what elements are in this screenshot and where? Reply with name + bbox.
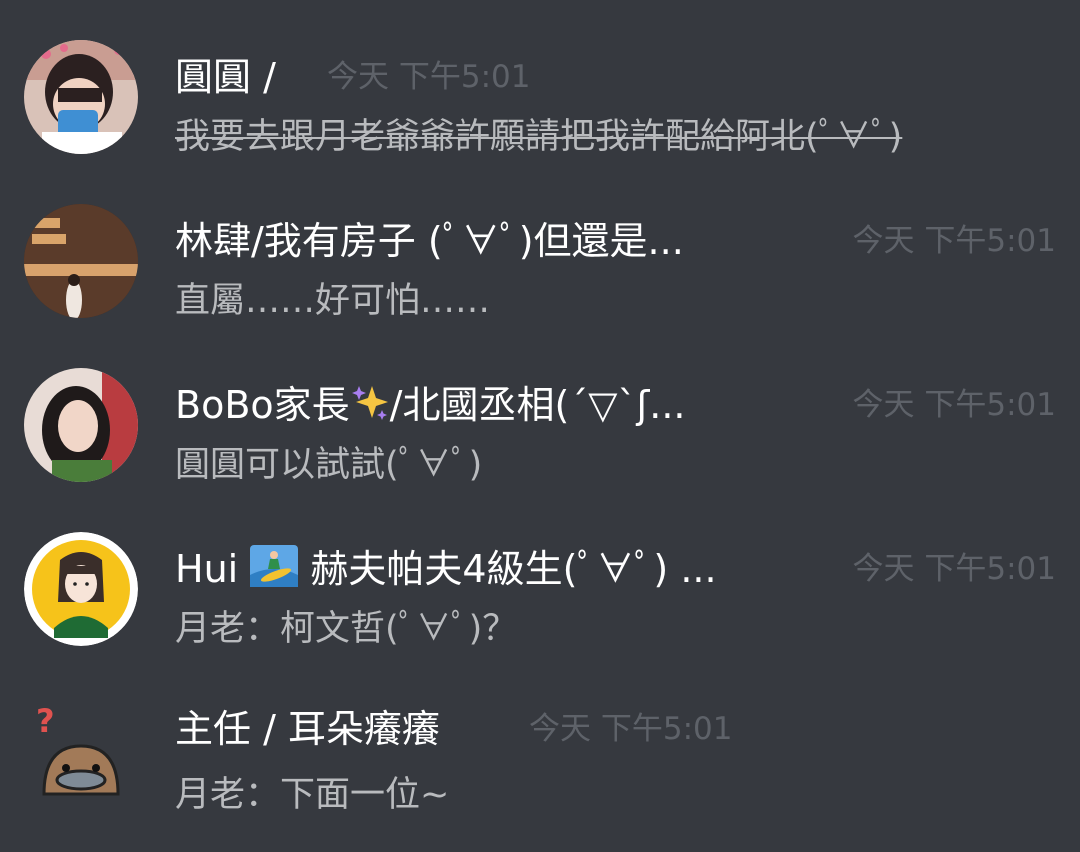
avatar-cartoon-girl (24, 532, 138, 646)
message-text: 直屬……好可怕…… (175, 281, 491, 321)
author-name[interactable]: 主任 / 耳朵癢癢 (175, 704, 440, 754)
timestamp: 今天 下午5:01 (852, 387, 1056, 423)
message-item[interactable]: 林肆/我有房子 (ﾟ∀ﾟ)但還是... 今天 下午5:01 直屬……好可怕…… (0, 204, 1080, 354)
author-name-suffix: /北國丞相(´▽`ʃ... (389, 383, 686, 427)
avatar-photo-terminator (24, 204, 138, 318)
timestamp: 今天 下午5:01 (529, 711, 733, 747)
avatar[interactable] (24, 532, 138, 646)
message-text: 圓圓可以試試(ﾟ∀ﾟ) (175, 445, 483, 485)
avatar[interactable] (24, 204, 138, 318)
message-item[interactable]: ? 主任 / 耳朵癢癢 今天 下午5:01 月老：下面一位~ (0, 696, 1080, 846)
timestamp: 今天 下午5:01 (327, 59, 531, 95)
message-item[interactable]: Hui 赫夫帕夫4級生(ﾟ∀ﾟ) ... 今天 下午5:01 月老：柯文哲(ﾟ∀… (0, 532, 1080, 682)
avatar[interactable]: ? (24, 696, 138, 810)
message-header: 林肆/我有房子 (ﾟ∀ﾟ)但還是... 今天 下午5:01 (175, 216, 1056, 266)
message-header: 主任 / 耳朵癢癢 今天 下午5:01 (175, 704, 1056, 754)
message-header: 圓圓 / 今天 下午5:01 (175, 52, 1056, 102)
author-name-prefix: Hui (175, 547, 239, 591)
timestamp: 今天 下午5:01 (852, 223, 1056, 259)
chat-message-list: 圓圓 / 今天 下午5:01 我要去跟月老爺爺許願請把我許配給阿北(ﾟ∀ﾟ) 林… (0, 0, 1080, 852)
author-name[interactable]: 圓圓 / (175, 52, 276, 102)
sparkles-icon (350, 382, 390, 434)
message-text: 月老：柯文哲(ﾟ∀ﾟ)？ (175, 609, 518, 649)
timestamp: 今天 下午5:01 (852, 551, 1056, 587)
message-text: 我要去跟月老爺爺許願請把我許配給阿北(ﾟ∀ﾟ) (175, 117, 903, 157)
avatar-photo-girl (24, 40, 138, 154)
message-text: 月老：下面一位~ (175, 775, 450, 815)
svg-text:?: ? (36, 702, 55, 740)
surfer-icon (250, 544, 299, 599)
author-name-prefix: BoBo家長 (175, 383, 350, 427)
message-item[interactable]: 圓圓 / 今天 下午5:01 我要去跟月老爺爺許願請把我許配給阿北(ﾟ∀ﾟ) (0, 40, 1080, 190)
message-item[interactable]: BoBo家長/北國丞相(´▽`ʃ... 今天 下午5:01 圓圓可以試試(ﾟ∀ﾟ… (0, 368, 1080, 518)
avatar[interactable] (24, 368, 138, 482)
author-name[interactable]: BoBo家長/北國丞相(´▽`ʃ... (175, 380, 686, 434)
message-header: Hui 赫夫帕夫4級生(ﾟ∀ﾟ) ... 今天 下午5:01 (175, 544, 1056, 594)
author-name-suffix: 赫夫帕夫4級生(ﾟ∀ﾟ) ... (310, 547, 717, 591)
message-header: BoBo家長/北國丞相(´▽`ʃ... 今天 下午5:01 (175, 380, 1056, 430)
avatar[interactable] (24, 40, 138, 154)
author-name[interactable]: 林肆/我有房子 (ﾟ∀ﾟ)但還是... (175, 216, 684, 266)
avatar-photo-woman (24, 368, 138, 482)
avatar-cartoon-platypus: ? (36, 702, 120, 796)
author-name[interactable]: Hui 赫夫帕夫4級生(ﾟ∀ﾟ) ... (175, 544, 717, 599)
